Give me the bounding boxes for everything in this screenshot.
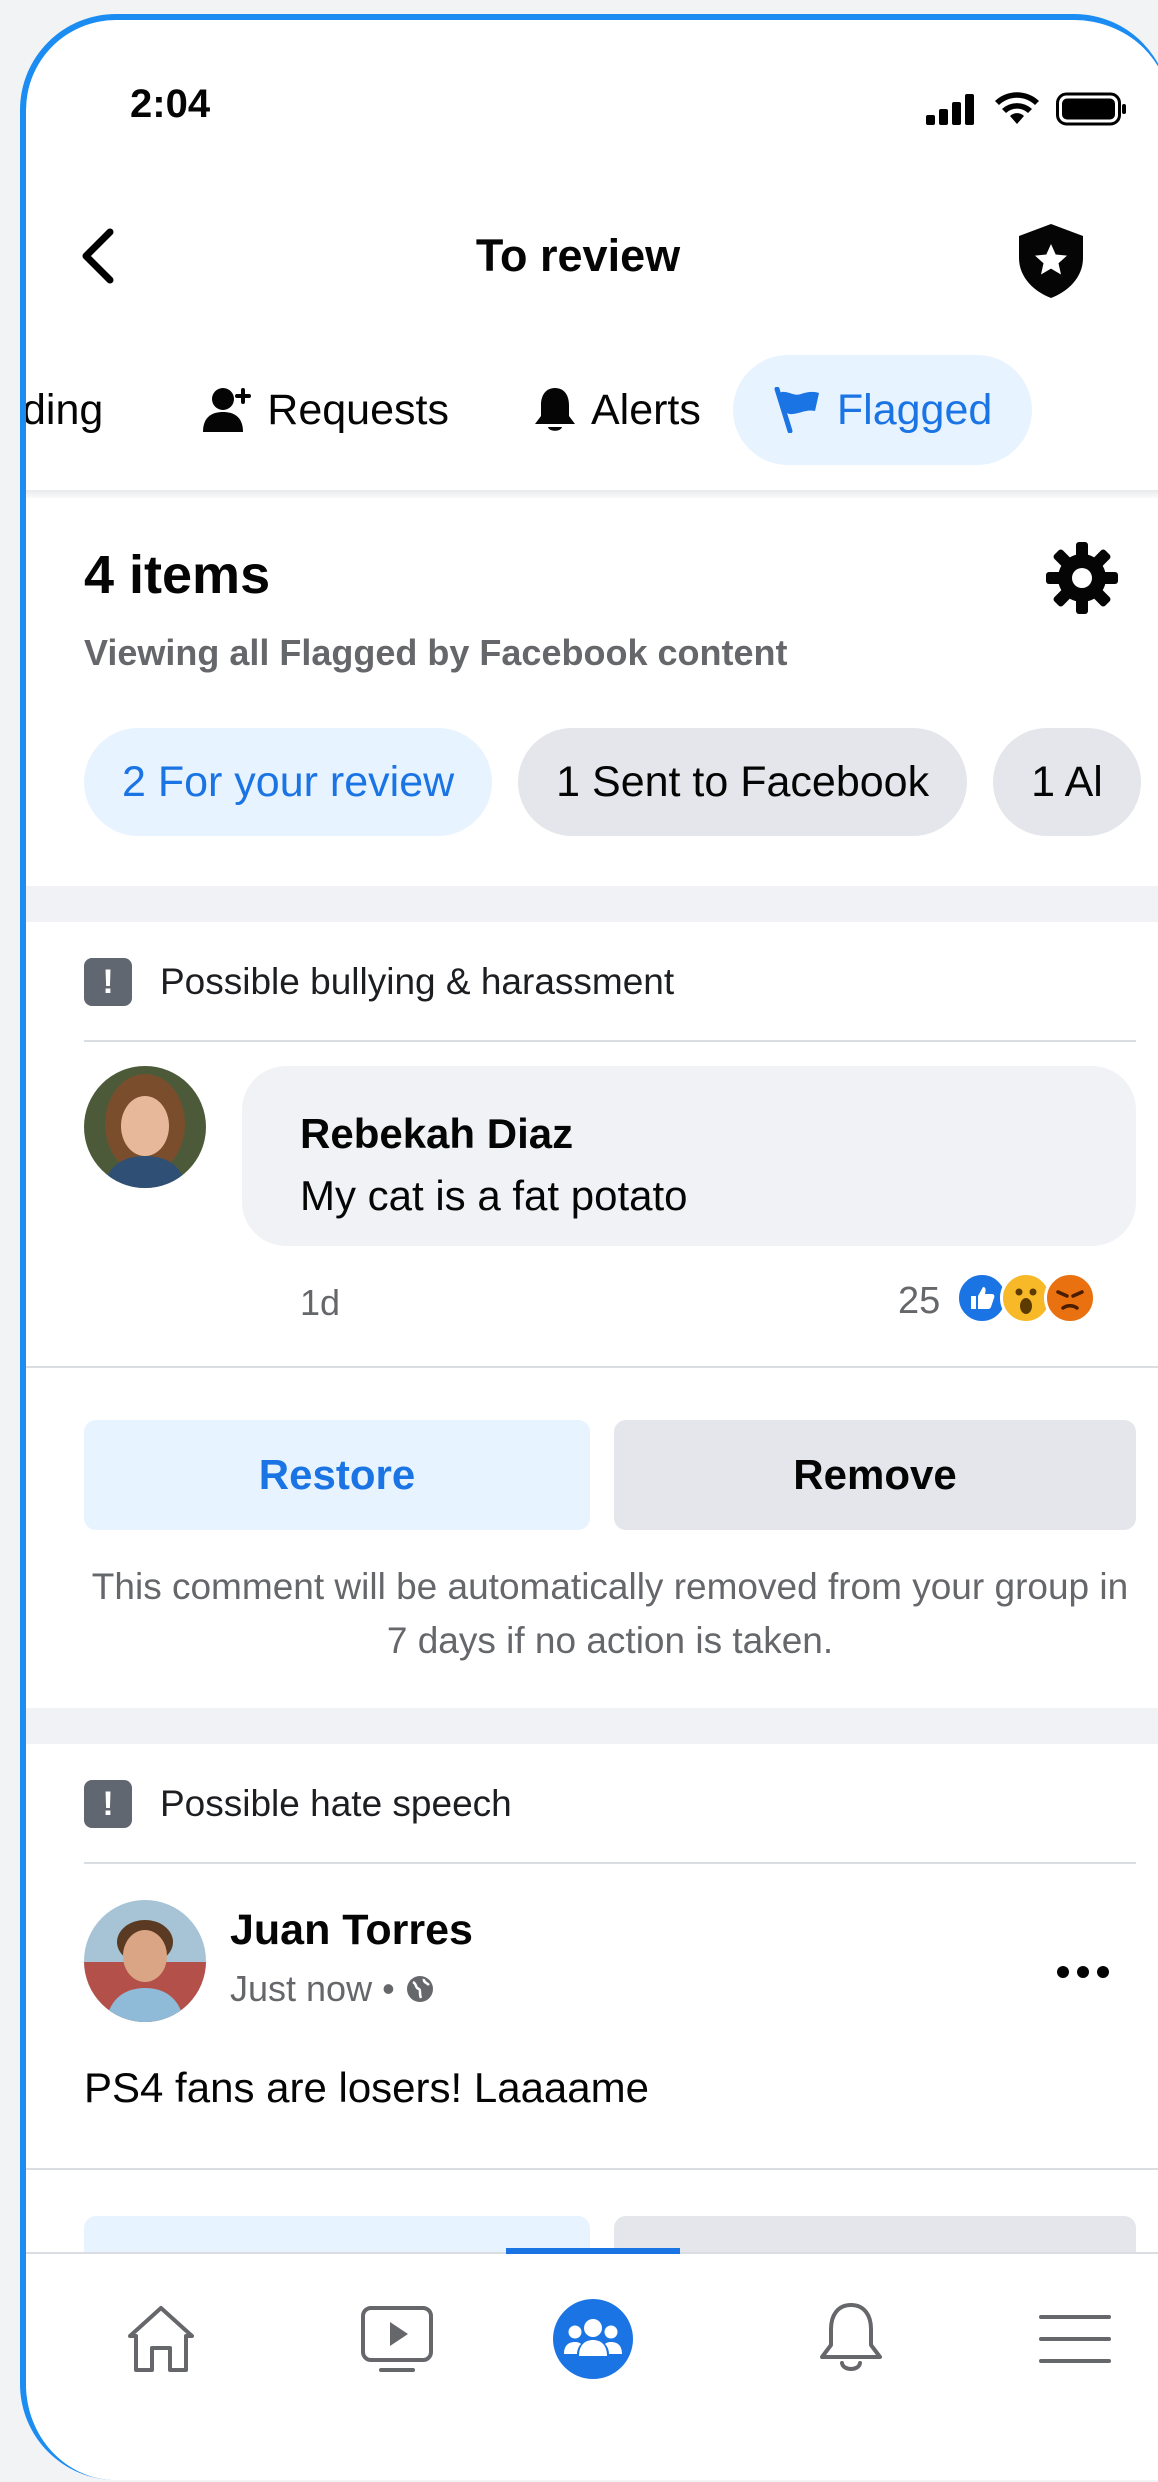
- avatar-image: [84, 1900, 206, 2022]
- auto-remove-note: This comment will be automatically remov…: [91, 1566, 1129, 1661]
- nav-groups[interactable]: [548, 2294, 638, 2384]
- items-count: 4 items: [84, 545, 271, 605]
- post-time[interactable]: Just now: [230, 1968, 372, 2010]
- avatar-image: [84, 1066, 206, 1188]
- divider: [84, 1862, 1136, 1864]
- section-separator: [26, 1708, 1158, 1744]
- tab-alerts[interactable]: Alerts: [509, 355, 725, 465]
- filter-sent-to-facebook[interactable]: 1 Sent to Facebook: [518, 728, 968, 836]
- post-author[interactable]: Juan Torres: [230, 1906, 473, 1955]
- shield-star-icon: [1019, 224, 1083, 298]
- menu-icon: [1039, 2315, 1111, 2363]
- section-separator: [26, 886, 1158, 922]
- reactions[interactable]: [956, 1272, 1096, 1324]
- battery-icon: [1056, 92, 1126, 126]
- divider: [26, 1366, 1158, 1368]
- angry-reaction-icon: [1044, 1272, 1096, 1324]
- flag-reason: Possible bullying & harassment: [160, 961, 675, 1002]
- nav-home[interactable]: [116, 2294, 206, 2384]
- items-subtitle: Viewing all Flagged by Facebook content: [84, 632, 788, 673]
- divider: [26, 2168, 1158, 2170]
- nav-menu[interactable]: [1030, 2294, 1120, 2384]
- filter-for-your-review[interactable]: 2 For your review: [84, 728, 493, 836]
- avatar[interactable]: [84, 1066, 206, 1188]
- post-meta: Just now •: [230, 1968, 435, 2010]
- flag-icon: [774, 387, 819, 433]
- avatar[interactable]: [84, 1900, 206, 2022]
- notifications-icon: [820, 2303, 882, 2371]
- divider: [84, 1040, 1136, 1042]
- home-icon: [128, 2306, 194, 2372]
- tab-flagged[interactable]: Flagged: [732, 355, 1033, 465]
- more-icon: [1057, 1966, 1109, 1978]
- settings-button[interactable]: [1044, 540, 1120, 616]
- nav-notifications[interactable]: [806, 2294, 896, 2384]
- restore-button[interactable]: Restore: [84, 1420, 590, 1530]
- flag-reason-row: ! Possible hate speech: [84, 1780, 512, 1828]
- more-options-button[interactable]: [1056, 1940, 1110, 1990]
- reaction-count[interactable]: 25: [898, 1280, 940, 1323]
- report-icon: !: [84, 1780, 132, 1828]
- wifi-icon: [995, 92, 1039, 124]
- tab-pending[interactable]: ding: [26, 355, 127, 465]
- status-time: 2:04: [130, 82, 211, 126]
- comment-text: My cat is a fat potato: [300, 1172, 688, 1219]
- tabs-divider: [26, 490, 1158, 498]
- comment-time: 1d: [300, 1282, 341, 1323]
- report-icon: !: [84, 958, 132, 1006]
- tab-label: Flagged: [836, 385, 993, 434]
- active-tab-indicator: [506, 2248, 680, 2254]
- tab-requests[interactable]: Requests: [179, 355, 473, 465]
- post-text: PS4 fans are losers! Laaaame: [84, 2064, 649, 2111]
- globe-icon: [406, 1976, 433, 2002]
- comment-author[interactable]: Rebekah Diaz: [300, 1110, 573, 1158]
- filter-chips: 2 For your review 1 Sent to Facebook 1 A…: [84, 728, 1141, 836]
- add-person-icon: [203, 388, 252, 432]
- flag-reason: Possible hate speech: [160, 1783, 512, 1824]
- phone-frame: 2:04 To review ding Requests Alerts Flag…: [20, 14, 1158, 2480]
- filter-alerts[interactable]: 1 Al: [993, 728, 1141, 836]
- gear-icon: [1046, 542, 1118, 614]
- remove-button[interactable]: Remove: [614, 1420, 1136, 1530]
- tab-bar: ding Requests Alerts Flagged: [26, 350, 1158, 470]
- tab-label: Alerts: [590, 385, 701, 434]
- status-icons: [926, 92, 1128, 126]
- flag-reason-row: ! Possible bullying & harassment: [84, 958, 674, 1006]
- tab-label: Requests: [267, 385, 449, 434]
- meta-dot: •: [382, 1968, 395, 2009]
- bell-icon: [534, 388, 575, 431]
- tab-label: ding: [26, 385, 104, 434]
- nav-watch[interactable]: [352, 2294, 442, 2384]
- admin-assist-button[interactable]: [1011, 220, 1091, 300]
- groups-icon: [553, 2299, 633, 2379]
- watch-icon: [361, 2306, 433, 2372]
- bottom-navigation: [26, 2248, 1158, 2480]
- page-title: To review: [475, 230, 681, 281]
- signal-icon: [926, 94, 974, 125]
